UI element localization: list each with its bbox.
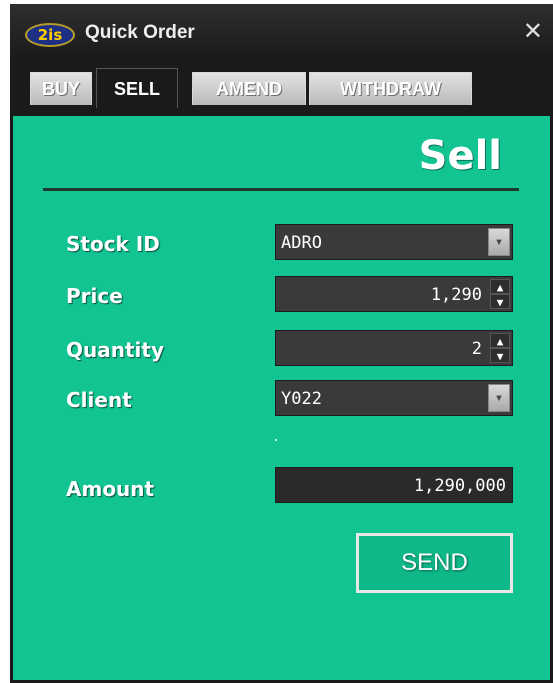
heading-divider	[43, 188, 519, 191]
chevron-down-icon[interactable]: ▾	[488, 228, 510, 256]
chevron-down-icon[interactable]: ▾	[488, 384, 510, 412]
quantity-input[interactable]: 2 ▲ ▼	[275, 330, 513, 366]
client-value: Y022	[281, 389, 322, 409]
price-input[interactable]: 1,290 ▲ ▼	[275, 276, 513, 312]
price-value: 1,290	[430, 285, 482, 305]
amount-value: 1,290,000	[413, 476, 506, 496]
stock-id-label: Stock ID	[66, 232, 160, 256]
form-heading: Sell	[418, 133, 502, 179]
increment-icon[interactable]: ▲	[490, 333, 510, 348]
tab-amend[interactable]: AMEND	[192, 72, 306, 105]
stock-id-select[interactable]: ADRO ▾	[275, 224, 513, 260]
tab-sell[interactable]: SELL	[96, 68, 178, 108]
stock-id-value: ADRO	[281, 233, 322, 253]
amount-field: 1,290,000	[275, 467, 513, 503]
decrement-icon[interactable]: ▼	[490, 348, 510, 363]
client-label: Client	[66, 388, 132, 412]
amount-label: Amount	[66, 477, 155, 501]
decrement-icon[interactable]: ▼	[490, 294, 510, 309]
quantity-value: 2	[471, 339, 482, 359]
price-label: Price	[66, 284, 123, 308]
quantity-label: Quantity	[66, 338, 164, 362]
increment-icon[interactable]: ▲	[490, 279, 510, 294]
order-tabs: BUY SELL AMEND WITHDRAW	[10, 68, 553, 108]
client-select[interactable]: Y022 ▾	[275, 380, 513, 416]
title-bar[interactable]: 2is Quick Order ✕	[10, 4, 553, 56]
tab-buy[interactable]: BUY	[30, 72, 92, 105]
decorative-dot	[275, 439, 277, 441]
send-button[interactable]: SEND	[356, 533, 513, 593]
quick-order-window: 2is Quick Order ✕ BUY SELL AMEND WITHDRA…	[10, 4, 553, 683]
quantity-stepper[interactable]: ▲ ▼	[490, 333, 510, 363]
app-logo: 2is	[25, 23, 75, 47]
price-stepper[interactable]: ▲ ▼	[490, 279, 510, 309]
close-icon[interactable]: ✕	[523, 17, 543, 45]
sell-form-panel: Sell Stock ID ADRO ▾ Price 1,290 ▲ ▼ Qua…	[10, 116, 553, 683]
tab-withdraw[interactable]: WITHDRAW	[309, 72, 472, 105]
window-title: Quick Order	[85, 22, 195, 43]
